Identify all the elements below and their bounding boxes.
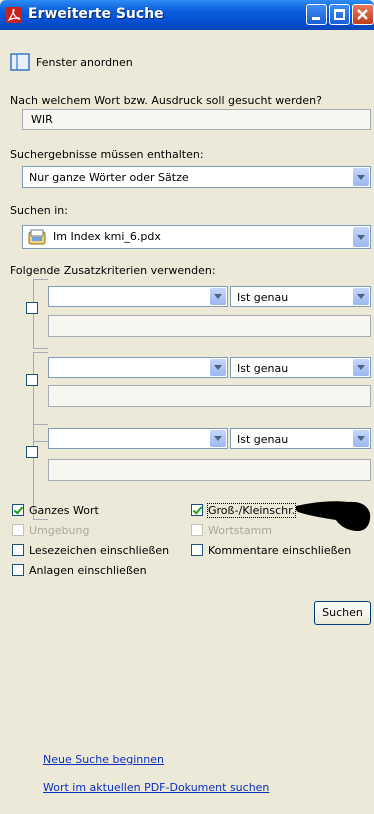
criteria-value-input-2[interactable] [48,385,371,407]
attachments-label[interactable]: Anlagen einschließen [29,564,147,577]
title-bar[interactable]: Erweiterte Suche [0,0,374,30]
window-arrange-icon[interactable] [10,53,30,71]
maximize-button[interactable] [329,4,350,25]
minimize-button[interactable] [306,4,327,25]
scope-value: Im Index kmi_6.pdx [53,230,161,243]
search-panel: Fenster anordnen Nach welchem Wort bzw. … [0,30,374,814]
case-sensitive-checkbox[interactable] [191,504,203,516]
maximize-icon [334,9,345,20]
stemming-checkbox[interactable] [191,524,203,536]
criteria-checkbox-3[interactable] [26,446,38,458]
match-type-select[interactable]: Nur ganze Wörter oder Sätze [22,166,371,188]
criteria-operator-value: Ist genau [237,433,289,446]
stemming-label: Wortstamm [208,524,273,537]
whole-word-label[interactable]: Ganzes Wort [29,504,99,517]
pointing-hand-icon [296,501,371,531]
close-button[interactable] [352,4,374,25]
criteria-bracket [33,279,48,349]
search-input[interactable]: WIR [22,109,371,130]
chevron-down-icon[interactable] [210,288,226,305]
criteria-checkbox-1[interactable] [26,302,38,314]
search-input-value: WIR [31,113,53,126]
new-search-link[interactable]: Neue Suche beginnen [43,753,164,766]
criteria-operator-value: Ist genau [237,362,289,375]
comments-checkbox[interactable] [191,544,203,556]
search-button[interactable]: Suchen [314,601,371,625]
close-icon [357,9,368,20]
chevron-down-icon[interactable] [353,168,369,186]
criteria-value-input-1[interactable] [48,315,371,337]
arrange-window-label[interactable]: Fenster anordnen [36,56,133,69]
window-title: Erweiterte Suche [28,6,164,22]
chevron-down-icon[interactable] [210,359,226,376]
index-file-icon [28,229,46,245]
chevron-down-icon[interactable] [210,430,226,447]
criteria-field-select-1[interactable] [48,286,228,307]
bookmarks-checkbox[interactable] [12,544,24,556]
criteria-checkbox-2[interactable] [26,374,38,386]
comments-label[interactable]: Kommentare einschließen [208,544,351,557]
criteria-field-select-3[interactable] [48,428,228,449]
minimize-icon [312,17,320,20]
criteria-field-select-2[interactable] [48,357,228,378]
match-type-value: Nur ganze Wörter oder Sätze [29,171,189,184]
scope-select[interactable]: Im Index kmi_6.pdx [22,225,371,249]
criteria-operator-select-2[interactable]: Ist genau [230,357,371,378]
acrobat-icon [6,7,22,23]
chevron-down-icon[interactable] [353,288,369,305]
chevron-down-icon[interactable] [353,430,369,447]
scope-label: Suchen in: [10,204,68,217]
whole-word-checkbox[interactable] [12,504,24,516]
search-current-document-link[interactable]: Wort im aktuellen PDF-Dokument suchen [43,781,269,794]
proximity-label: Umgebung [29,524,90,537]
criteria-operator-value: Ist genau [237,291,289,304]
criteria-label: Folgende Zusatzkriterien verwenden: [10,264,216,277]
case-sensitive-label[interactable]: Groß-/Kleinschr. [206,503,297,518]
chevron-down-icon[interactable] [353,359,369,376]
query-label: Nach welchem Wort bzw. Ausdruck soll ges… [10,94,322,107]
criteria-operator-select-3[interactable]: Ist genau [230,428,371,449]
match-label: Suchergebnisse müssen enthalten: [10,148,204,161]
attachments-checkbox[interactable] [12,564,24,576]
criteria-value-input-3[interactable] [48,459,371,481]
bookmarks-label[interactable]: Lesezeichen einschließen [29,544,169,557]
criteria-operator-select-1[interactable]: Ist genau [230,286,371,307]
proximity-checkbox[interactable] [12,524,24,536]
chevron-down-icon[interactable] [353,227,369,247]
